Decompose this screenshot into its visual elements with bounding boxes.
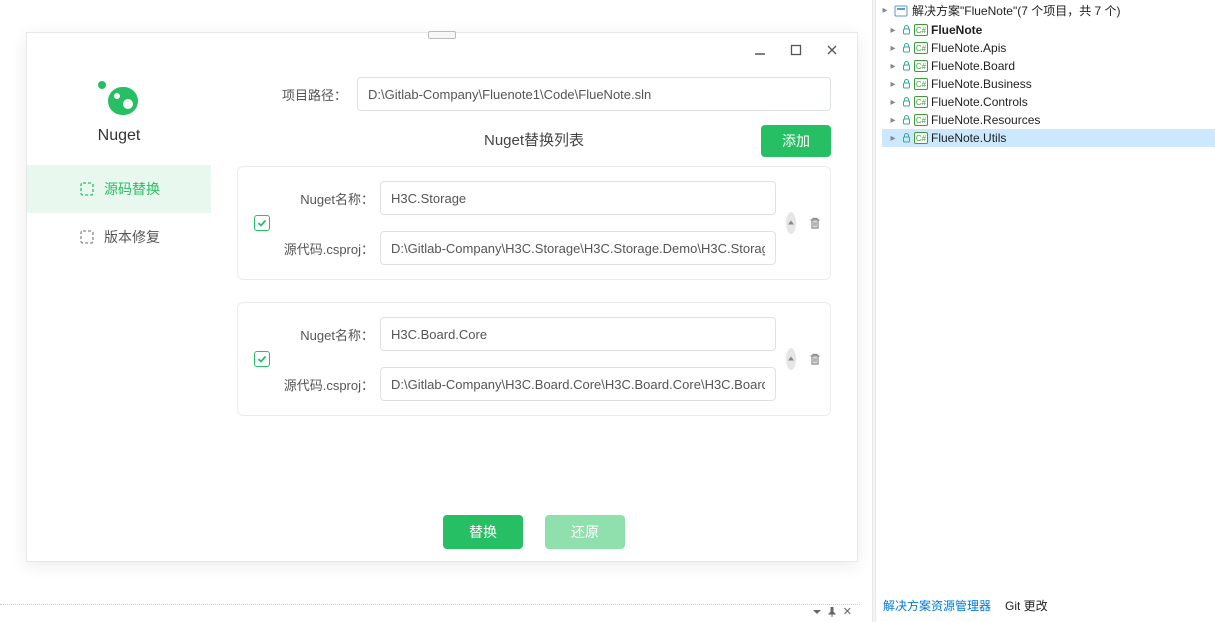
move-up-button[interactable] [786,212,796,234]
replacement-card: Nuget名称： 源代码.csproj： [237,302,831,416]
project-name: FlueNote.Utils [931,131,1006,145]
solution-icon [894,5,908,17]
minimize-button[interactable] [753,43,767,57]
nuget-name-input[interactable] [380,317,776,351]
csharp-project-icon: C# [914,132,928,144]
project-name: FlueNote.Board [931,59,1015,73]
project-node[interactable]: ▸ C# FlueNote [882,21,1215,39]
project-name: FlueNote.Apis [931,41,1006,55]
nuget-logo-icon [98,81,140,117]
list-title: Nuget替换列表 [484,129,584,150]
lock-icon [901,61,911,71]
csproj-input[interactable] [380,367,776,401]
expander-icon[interactable]: ▸ [888,25,898,35]
svg-text:C#: C# [916,116,927,125]
project-node[interactable]: ▸ C# FlueNote.Apis [882,39,1215,57]
close-button[interactable] [825,43,839,57]
csproj-input[interactable] [380,231,776,265]
csharp-project-icon: C# [914,96,928,108]
svg-text:C#: C# [916,62,927,71]
csharp-project-icon: C# [914,24,928,36]
replace-button[interactable]: 替换 [443,515,523,549]
nav-version-repair[interactable]: 版本修复 [27,213,211,261]
dialog-sidebar: Nuget 源码替换 版本修复 [27,67,211,561]
status-bar: ✕ [0,604,860,618]
project-node[interactable]: ▸ C# FlueNote.Board [882,57,1215,75]
expander-icon[interactable]: ▸ [888,61,898,71]
delete-button[interactable] [808,212,822,234]
project-path-label: 项目路径： [237,85,347,104]
project-node[interactable]: ▸ C# FlueNote.Controls [882,93,1215,111]
move-up-button[interactable] [786,348,796,370]
svg-text:C#: C# [916,26,927,35]
lock-icon [901,115,911,125]
solution-title-text: 解决方案"FlueNote"(7 个项目，共 7 个) [912,2,1121,19]
pin-icon[interactable] [827,607,837,617]
logo-area: Nuget [27,81,211,145]
nuget-name-label: Nuget名称： [280,325,374,344]
replace-icon [78,180,96,198]
nav-source-replace[interactable]: 源码替换 [27,165,211,213]
nuget-name-label: Nuget名称： [280,189,374,208]
csharp-project-icon: C# [914,114,928,126]
replacement-list: Nuget名称： 源代码.csproj： Nuget名称： 源代码.csproj… [237,166,831,416]
add-button[interactable]: 添加 [761,125,831,157]
csharp-project-icon: C# [914,42,928,54]
nuget-dialog: Nuget 源码替换 版本修复 项目路径： Nuget替换列表 添加 [26,32,858,562]
expander-icon[interactable]: ▸ [888,43,898,53]
list-header: Nuget替换列表 添加 [237,129,831,150]
tab-solution-explorer[interactable]: 解决方案资源管理器 [876,593,998,618]
tab-git-changes[interactable]: Git 更改 [998,593,1055,618]
project-name: FlueNote.Resources [931,113,1040,127]
repair-icon [78,228,96,246]
project-path-input[interactable] [357,77,831,111]
brand-label: Nuget [98,127,141,145]
dialog-drag-handle[interactable] [428,31,456,39]
footer-buttons: 替换 还原 [211,515,857,549]
solution-explorer-panel: ▸ 解决方案"FlueNote"(7 个项目，共 7 个) ▸ C# FlueN… [876,0,1215,590]
project-name: FlueNote.Controls [931,95,1028,109]
svg-text:C#: C# [916,80,927,89]
expander-icon[interactable]: ▸ [888,79,898,89]
lock-icon [901,133,911,143]
dialog-content: 项目路径： Nuget替换列表 添加 Nuget名称： 源代码.csproj： [211,67,857,561]
svg-text:C#: C# [916,98,927,107]
svg-text:C#: C# [916,44,927,53]
project-node[interactable]: ▸ C# FlueNote.Resources [882,111,1215,129]
expander-icon[interactable]: ▸ [888,133,898,143]
delete-button[interactable] [808,348,822,370]
project-path-row: 项目路径： [237,77,831,111]
project-node[interactable]: ▸ C# FlueNote.Utils [882,129,1215,147]
expander-icon[interactable]: ▸ [888,97,898,107]
csharp-project-icon: C# [914,60,928,72]
lock-icon [901,25,911,35]
replacement-card: Nuget名称： 源代码.csproj： [237,166,831,280]
dropdown-icon[interactable] [813,608,821,616]
maximize-button[interactable] [789,43,803,57]
project-tree: ▸ C# FlueNote ▸ C# FlueNote.Apis ▸ C# Fl… [876,21,1215,147]
close-icon[interactable]: ✕ [843,605,852,618]
lock-icon [901,43,911,53]
csproj-label: 源代码.csproj： [280,239,374,258]
nuget-name-input[interactable] [380,181,776,215]
project-name: FlueNote [931,23,982,37]
restore-button[interactable]: 还原 [545,515,625,549]
checkbox[interactable] [254,351,270,367]
lock-icon [901,79,911,89]
lock-icon [901,97,911,107]
csharp-project-icon: C# [914,78,928,90]
csproj-label: 源代码.csproj： [280,375,374,394]
expander-icon[interactable]: ▸ [888,115,898,125]
solution-root[interactable]: ▸ 解决方案"FlueNote"(7 个项目，共 7 个) [876,0,1215,21]
svg-text:C#: C# [916,134,927,143]
project-name: FlueNote.Business [931,77,1032,91]
expander-icon[interactable]: ▸ [880,6,890,16]
project-node[interactable]: ▸ C# FlueNote.Business [882,75,1215,93]
checkbox[interactable] [254,215,270,231]
tool-window-tabs: 解决方案资源管理器 Git 更改 [876,593,1055,618]
